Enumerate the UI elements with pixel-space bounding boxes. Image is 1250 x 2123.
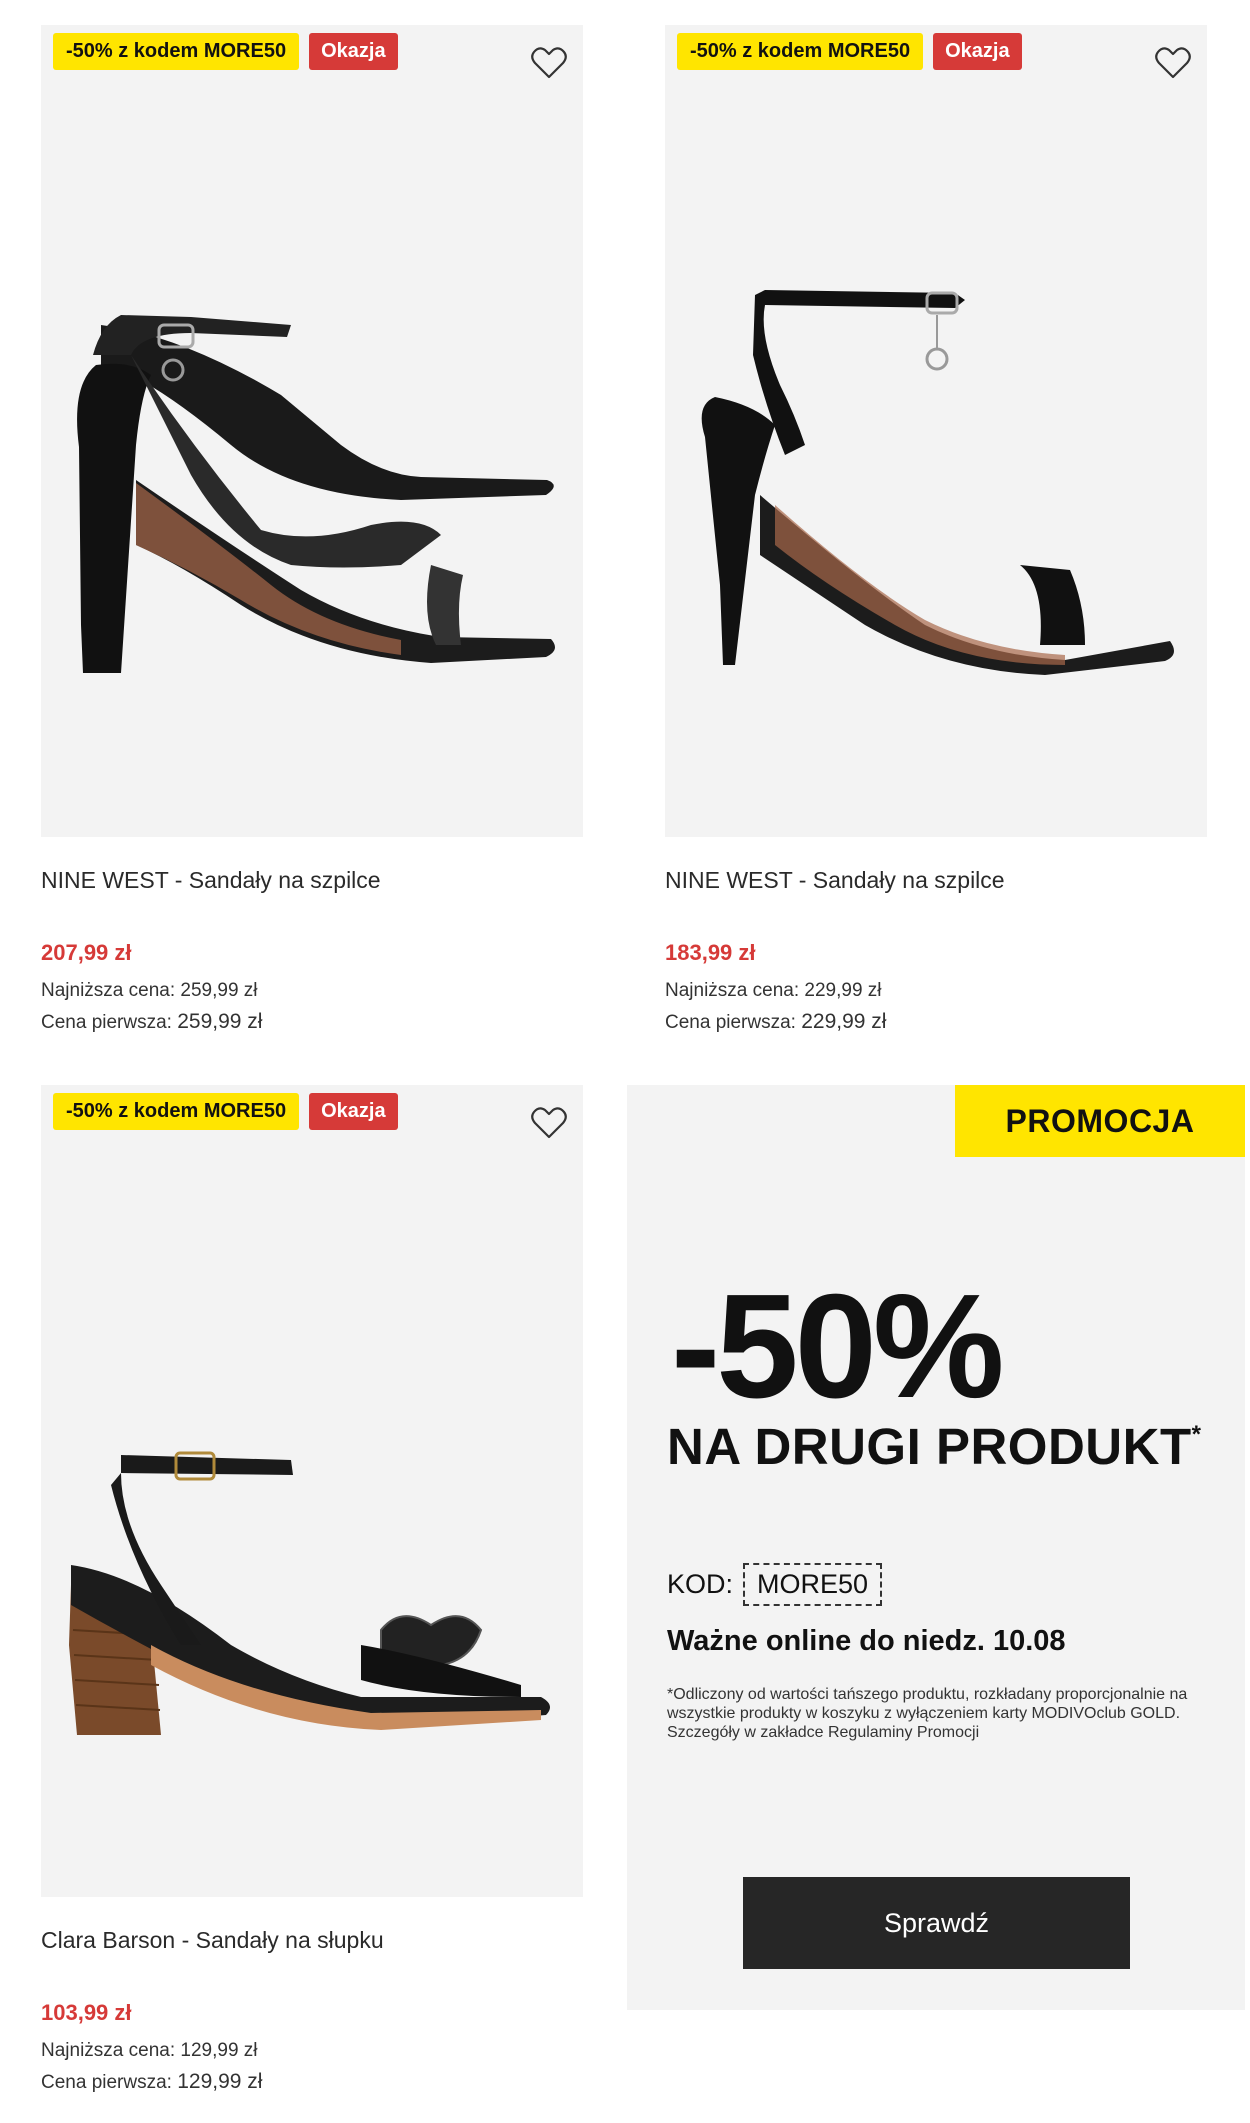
- lowest-price-label: Najniższa cena:: [41, 2040, 176, 2061]
- product-price: 207,99 zł: [41, 940, 132, 965]
- product-card[interactable]: -50% z kodem MORE50 Okazja Clara Barson …: [41, 1085, 583, 2095]
- promo-tag: PROMOCJA: [955, 1085, 1245, 1157]
- product-image[interactable]: -50% z kodem MORE50 Okazja: [665, 25, 1207, 837]
- first-price-value: 129,99 zł: [177, 2070, 263, 2093]
- product-image[interactable]: -50% z kodem MORE50 Okazja: [41, 25, 583, 837]
- sandal-block-heel-bow-image: [69, 1451, 550, 1735]
- first-price-label: Cena pierwsza:: [665, 1012, 796, 1033]
- promo-code[interactable]: MORE50: [743, 1563, 883, 1606]
- heart-icon[interactable]: [529, 43, 569, 83]
- first-price-label: Cena pierwsza:: [41, 1012, 172, 1033]
- product-card[interactable]: -50% z kodem MORE50 Okazja NINE WEST - S…: [665, 25, 1207, 1035]
- sandal-stiletto-strappy-image: [77, 315, 555, 673]
- lowest-price-value: 229,99 zł: [804, 980, 882, 1001]
- first-price-row: Cena pierwsza: 129,99 zł: [41, 2070, 262, 2094]
- heart-icon[interactable]: [1153, 43, 1193, 83]
- lowest-price-row: Najniższa cena: 259,99 zł: [41, 980, 258, 1002]
- lowest-price-label: Najniższa cena:: [41, 980, 176, 1001]
- deal-badge: Okazja: [933, 33, 1022, 70]
- sandal-stiletto-patent-image: [701, 290, 1174, 675]
- discount-code-badge: -50% z kodem MORE50: [53, 33, 300, 70]
- promo-validity: Ważne online do niedz. 10.08: [667, 1625, 1066, 1657]
- promo-banner[interactable]: PROMOCJA -50% NA DRUGI PRODUKT* KOD: MOR…: [627, 1085, 1245, 2010]
- lowest-price-value: 259,99 zł: [180, 980, 258, 1001]
- first-price-row: Cena pierwsza: 259,99 zł: [41, 1010, 262, 1034]
- first-price-value: 229,99 zł: [801, 1010, 887, 1033]
- promo-code-label: KOD:: [667, 1569, 734, 1599]
- product-price: 183,99 zł: [665, 940, 756, 965]
- promo-asterisk: *: [1191, 1421, 1202, 1448]
- product-title[interactable]: NINE WEST - Sandały na szpilce: [41, 867, 381, 894]
- first-price-value: 259,99 zł: [177, 1010, 263, 1033]
- heart-icon[interactable]: [529, 1103, 569, 1143]
- check-button[interactable]: Sprawdź: [743, 1877, 1130, 1969]
- first-price-row: Cena pierwsza: 229,99 zł: [665, 1010, 886, 1034]
- promo-headline: NA DRUGI PRODUKT*: [667, 1417, 1201, 1476]
- promo-code-row: KOD: MORE50: [667, 1563, 883, 1606]
- product-title[interactable]: NINE WEST - Sandały na szpilce: [665, 867, 1005, 894]
- badge-group: -50% z kodem MORE50 Okazja: [677, 33, 1022, 70]
- discount-code-badge: -50% z kodem MORE50: [677, 33, 924, 70]
- lowest-price-label: Najniższa cena:: [665, 980, 800, 1001]
- lowest-price-row: Najniższa cena: 129,99 zł: [41, 2040, 258, 2062]
- product-image[interactable]: -50% z kodem MORE50 Okazja: [41, 1085, 583, 1897]
- lowest-price-value: 129,99 zł: [180, 2040, 258, 2061]
- badge-group: -50% z kodem MORE50 Okazja: [53, 33, 398, 70]
- deal-badge: Okazja: [309, 1093, 398, 1130]
- lowest-price-row: Najniższa cena: 229,99 zł: [665, 980, 882, 1002]
- deal-badge: Okazja: [309, 33, 398, 70]
- promo-headline-text: NA DRUGI PRODUKT: [667, 1418, 1192, 1475]
- first-price-label: Cena pierwsza:: [41, 2072, 172, 2093]
- product-title[interactable]: Clara Barson - Sandały na słupku: [41, 1927, 384, 1954]
- discount-code-badge: -50% z kodem MORE50: [53, 1093, 300, 1130]
- product-card[interactable]: -50% z kodem MORE50 Okazja NINE WEST - S…: [41, 25, 583, 1035]
- product-price: 103,99 zł: [41, 2000, 132, 2025]
- promo-fine-print: *Odliczony od wartości tańszego produktu…: [667, 1686, 1188, 1742]
- badge-group: -50% z kodem MORE50 Okazja: [53, 1093, 398, 1130]
- promo-percent: -50%: [671, 1264, 1005, 1429]
